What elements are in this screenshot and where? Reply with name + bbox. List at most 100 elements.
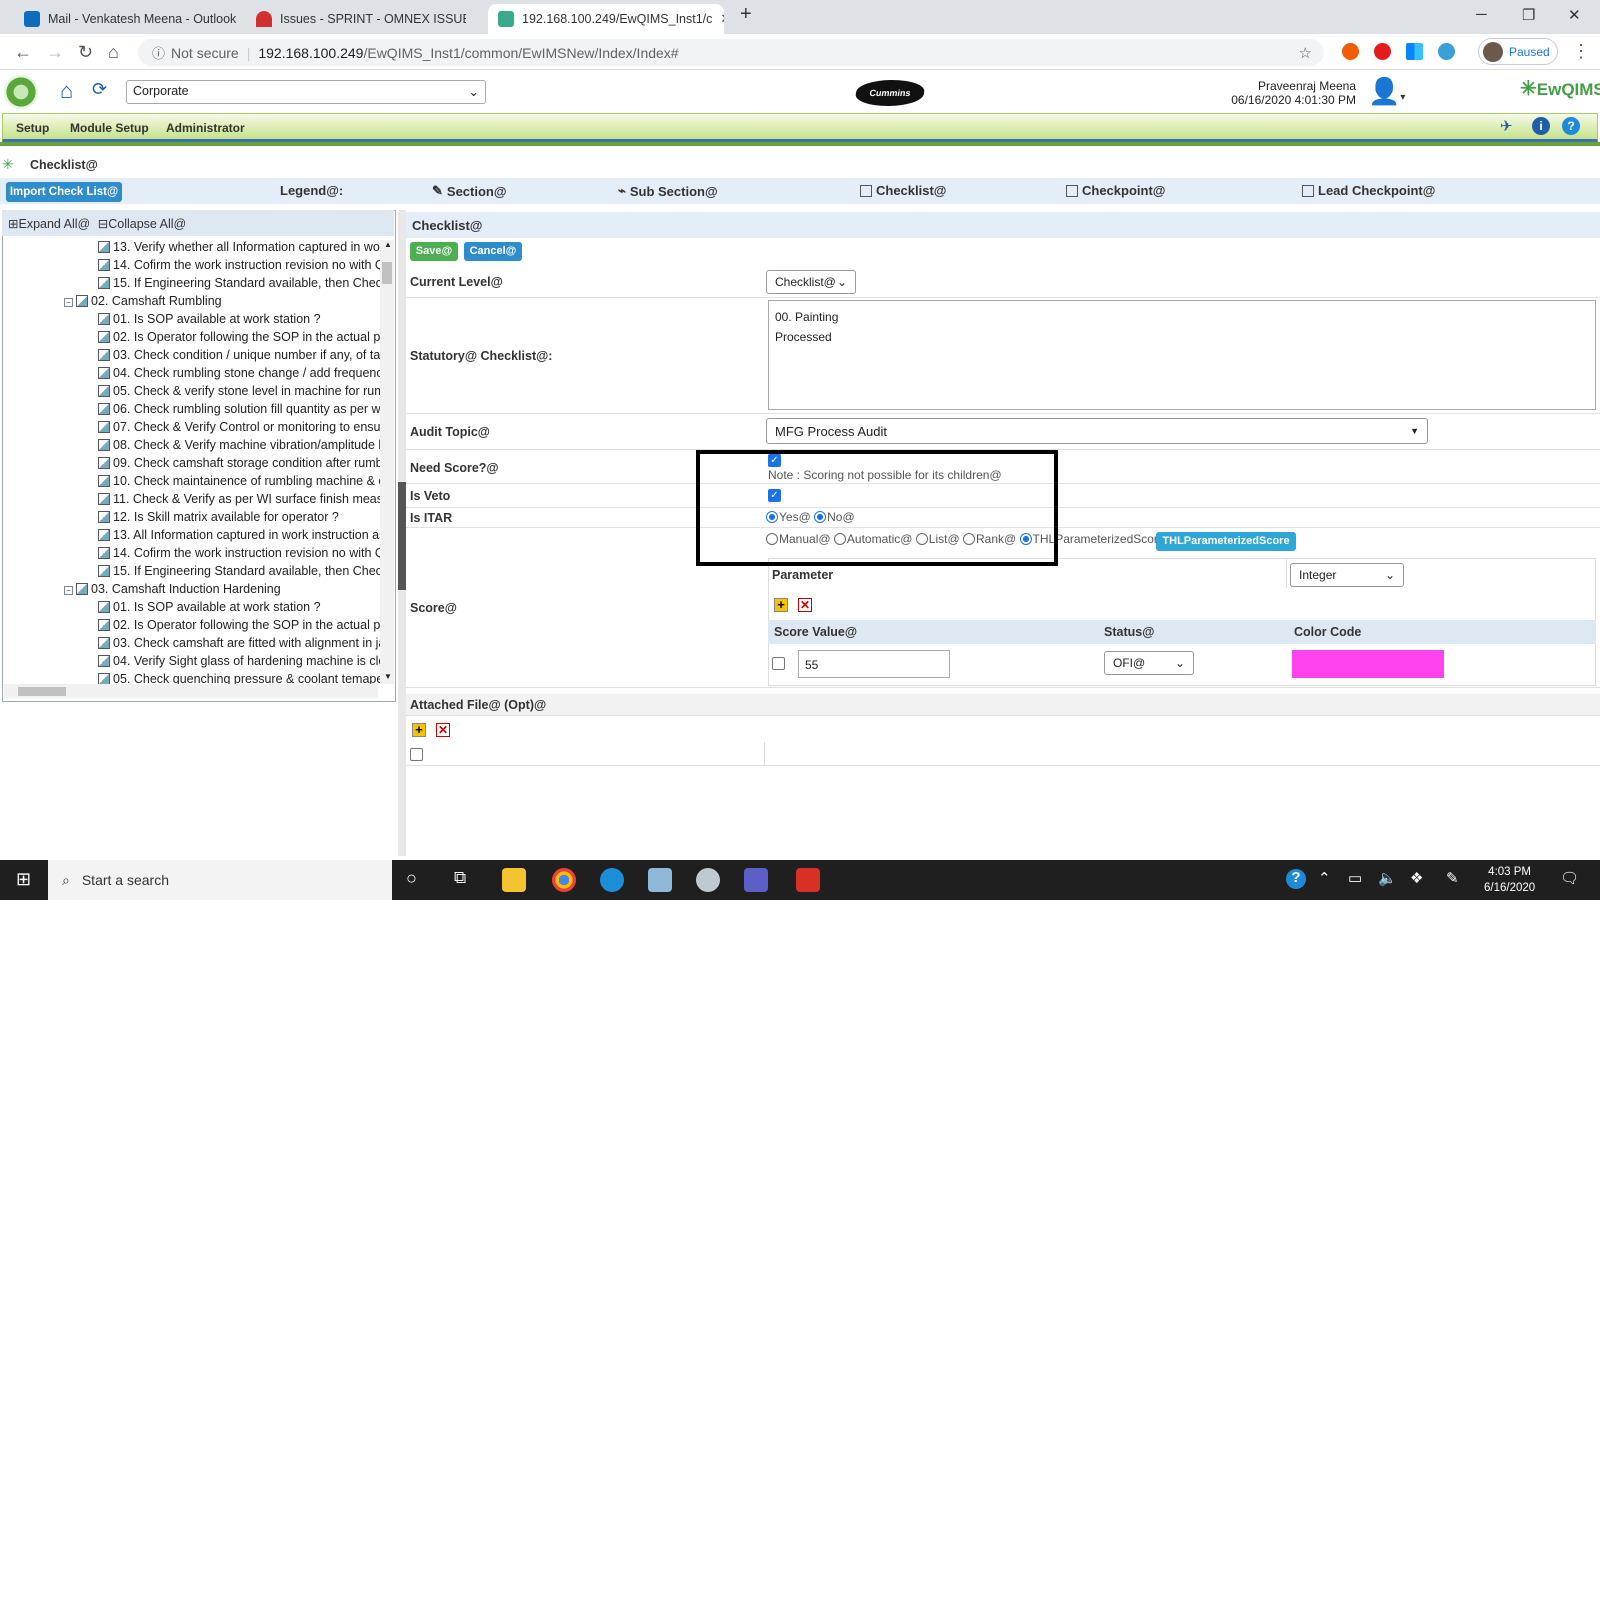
- tree-node-checkpoint[interactable]: 04. Check rumbling stone change / add fr…: [98, 366, 380, 380]
- scroll-down-icon[interactable]: ▼: [384, 672, 392, 681]
- add-row-icon[interactable]: +: [774, 598, 788, 612]
- refresh-icon[interactable]: ⟳: [92, 79, 107, 100]
- tree-node-checkpoint[interactable]: 02. Is Operator following the SOP in the…: [98, 618, 380, 632]
- tree-node-section[interactable]: − 03. Camshaft Induction Hardening: [64, 582, 281, 596]
- pen-icon[interactable]: ✎: [1446, 869, 1459, 887]
- tree-node-checkpoint[interactable]: 14. Cofirm the work instruction revision…: [98, 258, 380, 272]
- color-code-swatch[interactable]: [1292, 650, 1444, 678]
- tree-node-checkpoint[interactable]: 07. Check & Verify Control or monitoring…: [98, 420, 380, 434]
- tree-node-checkpoint[interactable]: 01. Is SOP available at work station ?: [98, 312, 321, 326]
- chrome-icon[interactable]: [552, 868, 576, 892]
- file-select-checkbox[interactable]: [410, 748, 423, 761]
- save-button[interactable]: Save@: [410, 242, 458, 261]
- tree-node-checkpoint[interactable]: 03. Check condition / unique number if a…: [98, 348, 380, 362]
- tree-node-checkpoint[interactable]: 05. Check & verify stone level in machin…: [98, 384, 380, 398]
- file-explorer-icon[interactable]: [502, 868, 526, 892]
- tree-node-checkpoint[interactable]: 02. Is Operator following the SOP in the…: [98, 330, 380, 344]
- new-tab-icon[interactable]: +: [740, 3, 752, 26]
- minimize-icon[interactable]: ─: [1476, 6, 1487, 23]
- home-icon[interactable]: ⌂: [108, 42, 119, 63]
- menu-module-setup[interactable]: Module Setup: [70, 121, 149, 135]
- menu-setup[interactable]: Setup: [16, 121, 49, 135]
- tree-node-section[interactable]: − 02. Camshaft Rumbling: [64, 294, 222, 308]
- tree-node-checkpoint[interactable]: 03. Check camshaft are fitted with align…: [98, 636, 380, 650]
- taskbar-search[interactable]: ⌕ Start a search: [48, 860, 392, 900]
- tree-node-checkpoint[interactable]: 14. Cofirm the work instruction revision…: [98, 546, 380, 560]
- close-icon[interactable]: ✕: [720, 11, 724, 27]
- tree-node-checkpoint[interactable]: 11. Check & Verify as per WI surface fin…: [98, 492, 380, 506]
- collapse-all-link[interactable]: ⊟Collapse All@: [98, 217, 187, 231]
- expand-all-link[interactable]: ⊞Expand All@: [8, 217, 90, 231]
- splitter-handle[interactable]: [398, 482, 406, 590]
- home-icon[interactable]: ⌂: [60, 78, 73, 104]
- scroll-thumb[interactable]: [382, 262, 392, 284]
- tree-node-checkpoint[interactable]: 05. Check quenching pressure & coolant t…: [98, 672, 380, 684]
- delete-row-icon[interactable]: ✕: [798, 598, 812, 612]
- info-icon[interactable]: i: [1532, 117, 1550, 135]
- info-icon[interactable]: ⓘ: [152, 43, 165, 62]
- teams-icon[interactable]: [744, 868, 768, 892]
- task-view-icon[interactable]: ⧉: [454, 868, 466, 888]
- tree-node-checkpoint[interactable]: 15. If Engineering Standard available, t…: [98, 564, 380, 578]
- menu-dots-icon[interactable]: ⋮: [1572, 41, 1590, 62]
- tree-node-checkpoint[interactable]: 13. All Information captured in work ins…: [98, 528, 380, 542]
- extension-refresh-icon[interactable]: [1438, 43, 1455, 60]
- tree-node-checkpoint[interactable]: 13. Verify whether all Information captu…: [98, 240, 380, 254]
- tree-node-checkpoint[interactable]: 04. Verify Sight glass of hardening mach…: [98, 654, 380, 668]
- tab-jira[interactable]: Issues - SPRINT - OMNEX ISSUE ✕: [246, 4, 466, 34]
- tree-node-checkpoint[interactable]: 10. Check maintainence of rumbling machi…: [98, 474, 380, 488]
- back-icon[interactable]: ←: [14, 42, 32, 63]
- help-tray-icon[interactable]: ?: [1286, 869, 1306, 889]
- import-checklist-button[interactable]: Import Check List@: [6, 182, 122, 202]
- row-select-checkbox[interactable]: [772, 657, 785, 670]
- tree-node-checkpoint[interactable]: 06. Check rumbling solution fill quantit…: [98, 402, 380, 416]
- pin-icon[interactable]: ✈: [1500, 117, 1513, 135]
- close-window-icon[interactable]: ✕: [1568, 6, 1581, 24]
- tree-node-checkpoint[interactable]: 09. Check camshaft storage condition aft…: [98, 456, 380, 470]
- paint-icon[interactable]: [696, 868, 720, 892]
- site-select[interactable]: Corporate ⌄: [126, 80, 486, 104]
- tree-node-checkpoint[interactable]: 15. If Engineering Standard available, t…: [98, 276, 380, 290]
- battery-icon[interactable]: ▭: [1348, 869, 1362, 887]
- cortana-icon[interactable]: ○: [406, 868, 417, 889]
- audit-topic-select[interactable]: MFG Process Audit ▼: [766, 418, 1428, 444]
- score-value-input[interactable]: 55: [798, 650, 950, 678]
- edge-icon[interactable]: [600, 868, 624, 892]
- collapse-node-icon[interactable]: −: [64, 298, 73, 307]
- tab-ewqims[interactable]: 192.168.100.249/EwQIMS_Inst1/c ✕: [488, 4, 724, 34]
- menu-administrator[interactable]: Administrator: [166, 121, 245, 135]
- extension-fire-icon[interactable]: [1342, 43, 1359, 60]
- tree-node-checkpoint[interactable]: 01. Is SOP available at work station ?: [98, 600, 321, 614]
- scroll-up-icon[interactable]: ▲: [384, 240, 392, 249]
- chevron-up-icon[interactable]: ⌃: [1318, 869, 1331, 887]
- current-level-select[interactable]: Checklist@ ⌄: [766, 270, 856, 294]
- url-field[interactable]: ⓘ Not secure | 192.168.100.249 /EwQIMS_I…: [138, 39, 1324, 66]
- restore-icon[interactable]: ❐: [1522, 6, 1535, 24]
- delete-file-icon[interactable]: ✕: [436, 723, 450, 737]
- forward-icon[interactable]: →: [46, 42, 64, 63]
- parameter-type-select[interactable]: Integer ⌄: [1290, 563, 1404, 587]
- windows-start-icon[interactable]: ⊞: [16, 869, 31, 890]
- extension-opera-icon[interactable]: [1374, 43, 1391, 60]
- notepad-icon[interactable]: [648, 868, 672, 892]
- extension-windows-icon[interactable]: [1406, 43, 1423, 60]
- tree-node-checkpoint[interactable]: 08. Check & Verify machine vibration/amp…: [98, 438, 380, 452]
- cancel-button[interactable]: Cancel@: [464, 242, 522, 261]
- tree-vertical-scrollbar[interactable]: [380, 240, 394, 684]
- taskbar-clock[interactable]: 4:03 PM 6/16/2020: [1484, 864, 1535, 896]
- tab-outlook[interactable]: Mail - Venkatesh Meena - Outlook ✕: [14, 4, 236, 34]
- thl-parameterized-score-button[interactable]: THLParameterizedScore: [1156, 532, 1296, 551]
- collapse-node-icon[interactable]: −: [64, 586, 73, 595]
- notifications-icon[interactable]: 🗨: [1560, 869, 1579, 887]
- scroll-thumb[interactable]: [18, 687, 66, 696]
- reload-icon[interactable]: ↻: [78, 42, 93, 63]
- shield-app-icon[interactable]: [796, 868, 820, 892]
- user-avatar-icon[interactable]: 👤▾: [1368, 76, 1405, 107]
- dropbox-icon[interactable]: ❖: [1410, 869, 1423, 887]
- add-file-icon[interactable]: +: [412, 723, 426, 737]
- bookmark-star-icon[interactable]: ☆: [1299, 44, 1312, 62]
- volume-icon[interactable]: 🔈: [1378, 869, 1397, 887]
- profile-button[interactable]: Paused: [1478, 38, 1558, 65]
- statutory-textarea[interactable]: 00. Painting Processed: [768, 300, 1596, 410]
- tree-node-checkpoint[interactable]: 12. Is Skill matrix available for operat…: [98, 510, 339, 524]
